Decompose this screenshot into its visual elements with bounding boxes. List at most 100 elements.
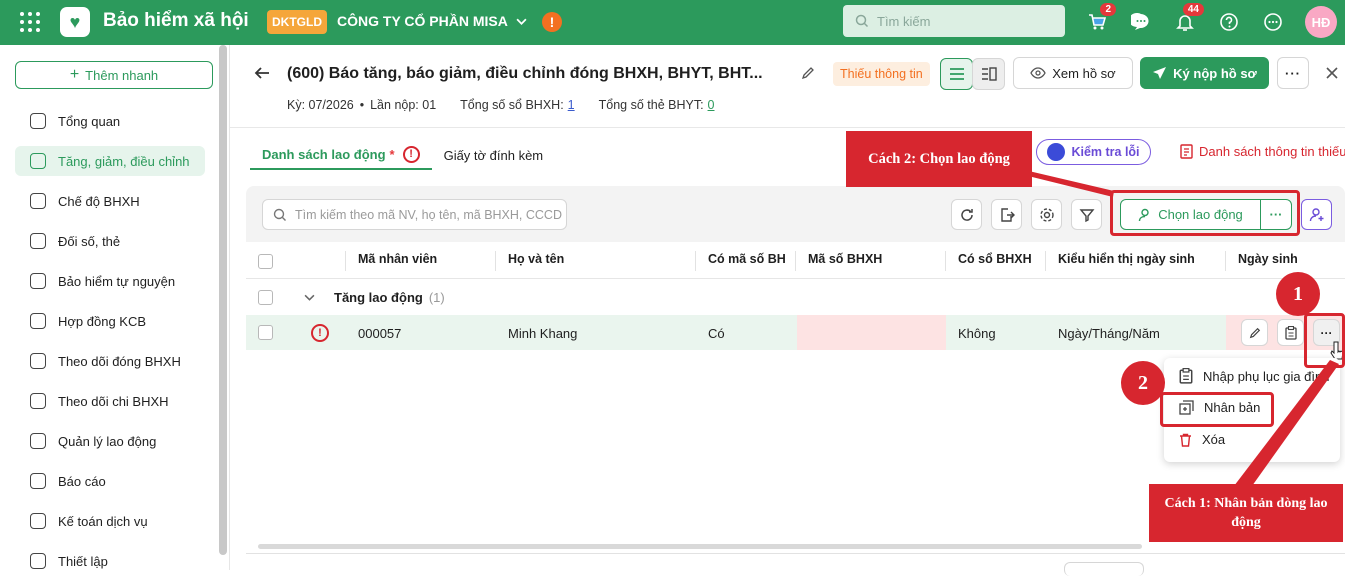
user-up-icon xyxy=(30,153,46,169)
table-row[interactable] xyxy=(246,315,1345,350)
menu-item-family-appendix-label: Nhập phụ lục gia đình xyxy=(1203,368,1330,384)
sidebar-item-11[interactable]: Thiết lập xyxy=(15,546,205,576)
sidebar-item-2[interactable]: Chế độ BHXH xyxy=(15,186,205,216)
menu-item-delete[interactable]: Xóa xyxy=(1179,432,1225,447)
chat-button[interactable] xyxy=(1130,11,1152,33)
contract-icon xyxy=(30,313,46,329)
sidebar-item-label: Tăng, giảm, điều chỉnh xyxy=(58,153,190,169)
column-header-3[interactable]: Mã số BHXH xyxy=(808,252,882,266)
back-button[interactable] xyxy=(253,64,271,85)
missing-info-badge[interactable]: Thiếu thông tin xyxy=(833,62,930,86)
sidebar-item-3[interactable]: Đối số, thẻ xyxy=(15,226,205,256)
missing-info-list-link[interactable]: Danh sách thông tin thiếu xyxy=(1180,144,1345,159)
filter-button[interactable] xyxy=(1071,199,1102,230)
pencil-icon xyxy=(801,67,814,80)
arrow-left-icon xyxy=(254,67,269,79)
bhxh-code-cell-error[interactable] xyxy=(797,315,946,350)
sidebar-scrollbar[interactable] xyxy=(219,45,227,555)
bhyt-total-link[interactable]: 0 xyxy=(708,98,715,112)
sidebar-item-1[interactable]: Tăng, giảm, điều chỉnh xyxy=(15,146,205,176)
column-separator[interactable] xyxy=(345,251,346,271)
app-grid-icon[interactable] xyxy=(20,12,40,32)
view-record-button[interactable]: Xem hồ sơ xyxy=(1013,57,1133,89)
page-size-select[interactable] xyxy=(1064,562,1144,576)
warning-icon[interactable]: ! xyxy=(542,12,562,32)
top-bar: ♥ Bảo hiểm xã hội DKTGLD CÔNG TY CỔ PHẦN… xyxy=(0,0,1345,45)
row-error-icon[interactable]: ! xyxy=(311,324,329,342)
header-more-button[interactable]: ··· xyxy=(1277,57,1309,89)
row-edit-button[interactable] xyxy=(1241,319,1268,346)
horizontal-scrollbar[interactable] xyxy=(258,544,1142,549)
employee-search-input[interactable]: Tìm kiếm theo mã NV, họ tên, mã BHXH, CC… xyxy=(262,199,567,230)
filter-icon xyxy=(1079,208,1094,222)
header-meta: Kỳ: 07/2026 • Lần nộp: 01 Tổng số sổ BHX… xyxy=(287,98,715,112)
row-clipboard-button[interactable] xyxy=(1277,319,1304,346)
more-circle-icon xyxy=(1264,13,1282,31)
more-apps-button[interactable] xyxy=(1262,11,1284,33)
search-icon xyxy=(855,14,869,28)
cell-has-code: Có xyxy=(708,326,725,341)
column-header-0[interactable]: Mã nhân viên xyxy=(358,252,437,266)
sidebar-item-8[interactable]: Quản lý lao động xyxy=(15,426,205,456)
settings-button[interactable] xyxy=(1031,199,1062,230)
tab-attachments[interactable]: Giấy tờ đính kèm xyxy=(432,140,556,170)
refresh-button[interactable] xyxy=(951,199,982,230)
sidebar-item-9[interactable]: Báo cáo xyxy=(15,466,205,496)
refresh-icon xyxy=(960,208,973,221)
column-separator[interactable] xyxy=(945,251,946,271)
column-header-1[interactable]: Họ và tên xyxy=(508,252,564,266)
column-separator[interactable] xyxy=(1045,251,1046,271)
trash-icon xyxy=(1180,433,1191,447)
global-search-input[interactable]: Tìm kiếm xyxy=(843,5,1065,37)
bhxh-total-link[interactable]: 1 xyxy=(568,98,575,112)
check-errors-button[interactable]: Kiểm tra lỗi xyxy=(1036,139,1151,165)
select-all-checkbox[interactable] xyxy=(258,254,273,269)
sidebar-item-0[interactable]: Tổng quan xyxy=(15,106,205,136)
sidebar-item-7[interactable]: Theo dõi chi BHXH xyxy=(15,386,205,416)
sign-submit-button[interactable]: Ký nộp hồ sơ xyxy=(1140,57,1269,89)
column-header-5[interactable]: Kiểu hiển thị ngày sinh xyxy=(1058,252,1195,266)
annotation-method-2: Cách 2: Chọn lao động xyxy=(846,131,1032,187)
menu-item-family-appendix[interactable]: Nhập phụ lục gia đình xyxy=(1179,368,1329,384)
sidebar-item-10[interactable]: Kế toán dịch vụ xyxy=(15,506,205,536)
group-collapse-button[interactable] xyxy=(304,291,315,306)
column-separator[interactable] xyxy=(1225,251,1226,271)
group-checkbox[interactable] xyxy=(258,290,273,305)
close-button[interactable] xyxy=(1325,66,1339,83)
help-button[interactable] xyxy=(1218,11,1240,33)
notification-button[interactable]: 44 xyxy=(1174,3,1204,33)
cart-button[interactable]: 2 xyxy=(1086,3,1116,33)
sidebar-item-5[interactable]: Hợp đồng KCB xyxy=(15,306,205,336)
global-search-placeholder: Tìm kiếm xyxy=(877,13,931,29)
pencil-icon xyxy=(1249,327,1260,338)
sidebar-item-6[interactable]: Theo dõi đóng BHXH xyxy=(15,346,205,376)
avatar[interactable]: HĐ xyxy=(1305,6,1337,38)
edit-title-button[interactable] xyxy=(801,66,815,83)
document-list-icon xyxy=(1180,144,1193,159)
column-header-4[interactable]: Có sổ BHXH xyxy=(958,252,1032,266)
column-separator[interactable] xyxy=(495,251,496,271)
annotation-step-1: 1 xyxy=(1276,272,1320,316)
menu-item-delete-label: Xóa xyxy=(1202,432,1226,447)
sidebar-item-4[interactable]: Bảo hiểm tự nguyện xyxy=(15,266,205,296)
sidebar-item-label: Kế toán dịch vụ xyxy=(58,513,148,529)
export-button[interactable] xyxy=(991,199,1022,230)
column-header-6[interactable]: Ngày sinh xyxy=(1238,252,1298,266)
column-separator[interactable] xyxy=(795,251,796,271)
column-header-2[interactable]: Có mã số BH xyxy=(708,252,786,266)
annotation-highlight-more xyxy=(1304,313,1345,368)
list-view-toggle[interactable] xyxy=(940,58,973,90)
gear-icon xyxy=(30,553,46,569)
split-view-toggle[interactable] xyxy=(972,58,1005,90)
shield-check-icon xyxy=(30,273,46,289)
app-title: Bảo hiểm xã hội xyxy=(103,10,249,31)
sidebar-item-label: Báo cáo xyxy=(58,473,106,489)
sidebar-item-label: Thiết lập xyxy=(58,553,108,569)
tab-employee-list[interactable]: Danh sách lao động * ! xyxy=(250,140,432,170)
add-employee-button[interactable] xyxy=(1301,199,1332,230)
copy-icon xyxy=(30,233,46,249)
column-separator[interactable] xyxy=(695,251,696,271)
company-selector[interactable]: CÔNG TY CỔ PHẦN MISA xyxy=(337,13,527,29)
row-checkbox[interactable] xyxy=(258,325,273,340)
quick-add-button[interactable]: + Thêm nhanh xyxy=(15,61,213,89)
